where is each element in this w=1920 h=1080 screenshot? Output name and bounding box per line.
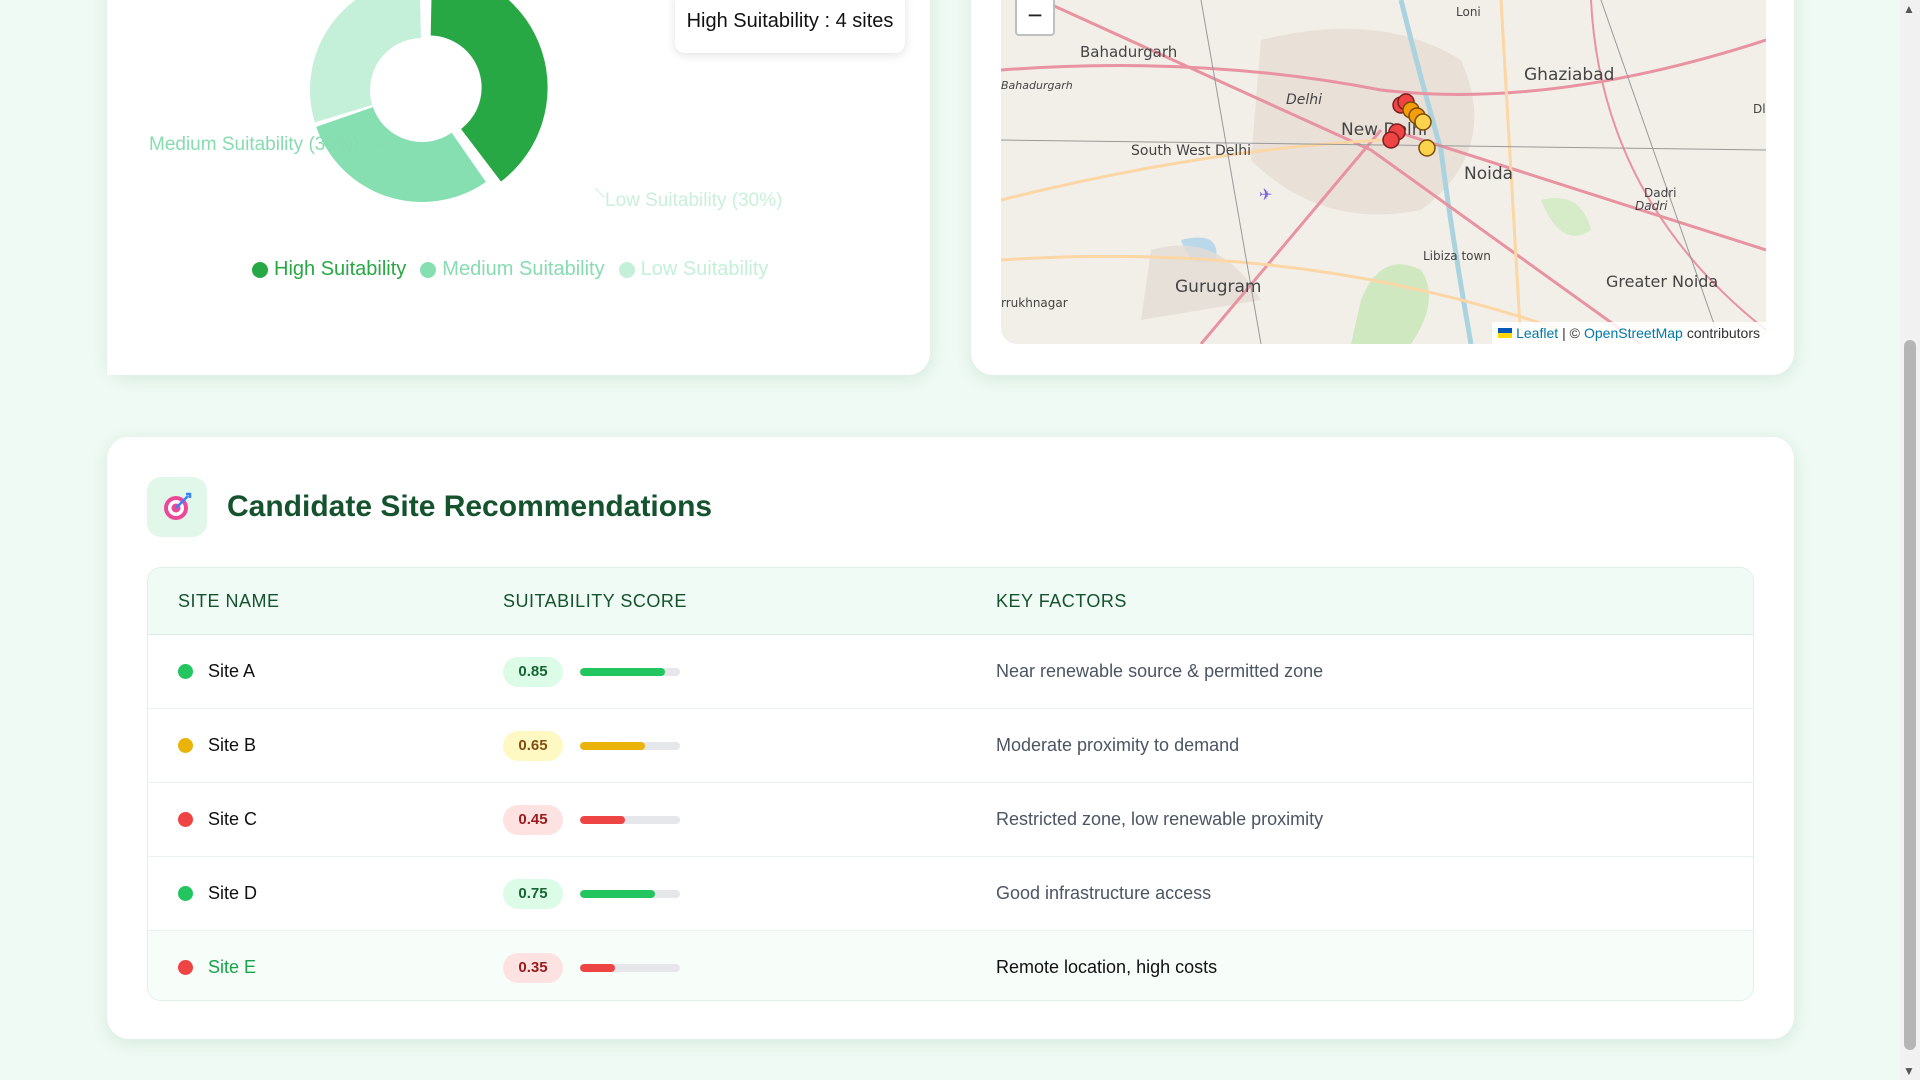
score-badge: 0.35	[503, 952, 563, 983]
site-map[interactable]: ✈ Loni Ghaziabad Bahadurgarh Bahadurgarh…	[1001, 0, 1766, 344]
map-label-south-west-delhi: South West Delhi	[1131, 143, 1251, 159]
svg-text:✈: ✈	[1259, 187, 1272, 204]
status-dot	[178, 738, 193, 753]
status-dot	[178, 886, 193, 901]
site-name: Site E	[208, 957, 257, 977]
site-name: Site A	[208, 661, 256, 681]
pie-slice-low[interactable]	[310, 0, 421, 123]
medium-slice-label: Medium Suitability (30%)	[149, 134, 359, 155]
table-header-row: SITE NAME SUITABILITY SCORE KEY FACTORS	[148, 568, 1753, 635]
recommendations-title: Candidate Site Recommendations	[227, 490, 713, 523]
leaflet-link[interactable]: Leaflet	[1516, 325, 1558, 341]
score-badge: 0.65	[503, 730, 563, 761]
site-marker[interactable]	[1418, 139, 1436, 157]
map-label-greater-noida: Greater Noida	[1606, 272, 1718, 291]
key-factors: Good infrastructure access	[996, 883, 1212, 903]
score-badge: 0.75	[503, 878, 563, 909]
map-label-noida: Noida	[1464, 164, 1513, 184]
site-name: Site B	[208, 735, 257, 755]
key-factors: Remote location, high costs	[996, 957, 1218, 977]
score-badge: 0.85	[503, 656, 563, 687]
key-factors: Restricted zone, low renewable proximity	[996, 809, 1324, 829]
legend-low-swatch	[618, 261, 635, 278]
map-label-ghaziabad: Ghaziabad	[1524, 65, 1614, 85]
map-label-libiza-town: Libiza town	[1423, 249, 1491, 263]
pie-chart: Medium Suitability (30%) Low Suitability…	[149, 0, 782, 211]
zoom-out-button[interactable]: −	[1015, 0, 1055, 36]
score-bar	[580, 741, 680, 750]
score-bar-fill	[580, 741, 645, 750]
map-label-edge: Dl	[1753, 102, 1766, 116]
score-bar	[580, 667, 680, 676]
table-row-hovered[interactable]: Site E 0.35 Remote location, high costs	[148, 931, 1753, 1000]
map-label-delhi: Delhi	[1286, 92, 1322, 108]
attribution-suffix: contributors	[1686, 325, 1760, 341]
site-marker[interactable]	[1382, 131, 1400, 149]
legend-high-swatch	[252, 261, 268, 278]
page-scrollbar[interactable]: ▲ ▼	[1900, 0, 1920, 1080]
site-name: Site C	[208, 809, 258, 829]
score-bar-fill	[580, 667, 665, 676]
legend-low[interactable]: Low Suitability	[618, 258, 769, 281]
recommendations-card: Candidate Site Recommendations SITE NAME…	[107, 437, 1794, 1039]
attribution-separator: | ©	[1562, 325, 1580, 341]
legend-low-label: Low Suitability	[640, 258, 769, 280]
key-factors: Moderate proximity to demand	[996, 735, 1240, 755]
score-bar	[580, 963, 680, 972]
target-icon	[147, 477, 207, 537]
status-dot	[178, 960, 193, 975]
column-key-factors[interactable]: KEY FACTORS	[996, 591, 1127, 612]
map-label-bahadurgarh-district: Bahadurgarh	[1001, 79, 1073, 92]
status-dot	[178, 812, 193, 827]
site-marker[interactable]	[1414, 113, 1432, 131]
legend-high[interactable]: High Suitability	[252, 258, 406, 281]
score-bar-fill	[580, 963, 615, 972]
map-label-bahadurgarh: Bahadurgarh	[1080, 43, 1177, 61]
osm-link[interactable]: OpenStreetMap	[1584, 325, 1683, 341]
legend-high-label: High Suitability	[274, 258, 407, 280]
score-bar	[580, 815, 680, 824]
map-label-gurugram: Gurugram	[1175, 277, 1261, 297]
ukraine-flag-icon	[1498, 328, 1513, 338]
recommendations-header: Candidate Site Recommendations	[147, 477, 712, 537]
site-name: Site D	[208, 883, 258, 903]
legend-medium-swatch	[420, 261, 437, 278]
score-badge: 0.45	[503, 804, 563, 835]
score-bar-fill	[580, 815, 625, 824]
table-row[interactable]: Site A 0.85 Near renewable source & perm…	[148, 635, 1753, 709]
key-factors: Near renewable source & permitted zone	[996, 661, 1324, 681]
pie-legend: High Suitability Medium Suitability Low …	[252, 258, 768, 281]
column-suitability-score[interactable]: SUITABILITY SCORE	[503, 591, 687, 612]
low-slice-label: Low Suitability (30%)	[605, 190, 782, 211]
suitability-pie-card: Medium Suitability (30%) Low Suitability…	[107, 0, 930, 375]
legend-medium[interactable]: Medium Suitability	[420, 258, 605, 281]
score-bar	[580, 889, 680, 898]
map-label-farrukhnagar: rrukhnagar	[1001, 296, 1068, 310]
site-map-card: ✈ Loni Ghaziabad Bahadurgarh Bahadurgarh…	[971, 0, 1794, 375]
column-site-name[interactable]: SITE NAME	[178, 591, 280, 612]
map-attribution: Leaflet | © OpenStreetMap contributors	[1492, 322, 1766, 344]
scroll-down-arrow-icon[interactable]: ▼	[1903, 1064, 1915, 1078]
scroll-up-arrow-icon[interactable]: ▲	[1903, 2, 1915, 16]
map-label-loni: Loni	[1456, 5, 1481, 19]
map-label-dadri-district: Dadri	[1635, 199, 1668, 213]
table-row[interactable]: Site C 0.45 Restricted zone, low renewab…	[148, 783, 1753, 857]
table-row[interactable]: Site D 0.75 Good infrastructure access	[148, 857, 1753, 931]
pie-tooltip: High Suitability : 4 sites	[675, 0, 905, 53]
status-dot	[178, 664, 193, 679]
scrollbar-thumb[interactable]	[1904, 340, 1916, 1050]
map-label-dadri: Dadri	[1644, 186, 1676, 200]
recommendations-table: SITE NAME SUITABILITY SCORE KEY FACTORS …	[147, 567, 1754, 1001]
score-bar-fill	[580, 889, 655, 898]
table-row[interactable]: Site B 0.65 Moderate proximity to demand	[148, 709, 1753, 783]
legend-medium-label: Medium Suitability	[442, 258, 605, 280]
